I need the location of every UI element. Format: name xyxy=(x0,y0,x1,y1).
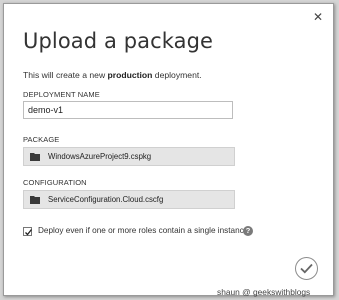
watermark-text: shaun @ geekswithblogs xyxy=(217,287,311,297)
subtitle-environment: production xyxy=(107,70,153,80)
single-instance-label: Deploy even if one or more roles contain… xyxy=(38,226,249,235)
confirm-button[interactable] xyxy=(295,257,318,280)
configuration-file-picker[interactable]: ServiceConfiguration.Cloud.cscfg xyxy=(23,190,235,209)
subtitle-suffix: deployment. xyxy=(152,70,202,80)
checkmark-icon xyxy=(300,263,313,274)
subtitle-prefix: This will create a new xyxy=(23,70,108,80)
deployment-name-label: DEPLOYMENT NAME xyxy=(23,90,100,99)
help-icon[interactable]: ? xyxy=(243,226,253,236)
dialog-subtitle: This will create a new production deploy… xyxy=(23,70,202,80)
configuration-file-name: ServiceConfiguration.Cloud.cscfg xyxy=(48,195,164,204)
folder-icon xyxy=(30,153,40,161)
single-instance-checkbox[interactable] xyxy=(23,227,33,236)
configuration-label: CONFIGURATION xyxy=(23,178,87,187)
package-file-picker[interactable]: WindowsAzureProject9.cspkg xyxy=(23,147,235,166)
deployment-name-input[interactable] xyxy=(23,101,233,119)
dialog-title: Upload a package xyxy=(23,29,214,53)
folder-icon xyxy=(30,196,40,204)
close-icon[interactable]: ✕ xyxy=(313,10,323,24)
package-label: PACKAGE xyxy=(23,135,60,144)
checkmark-icon xyxy=(25,229,33,236)
upload-package-dialog: ✕ Upload a package This will create a ne… xyxy=(3,3,334,297)
package-file-name: WindowsAzureProject9.cspkg xyxy=(48,152,152,161)
